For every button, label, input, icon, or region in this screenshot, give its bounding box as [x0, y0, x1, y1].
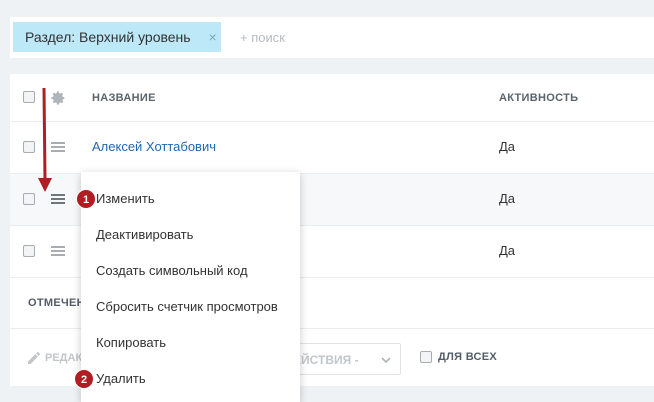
close-icon[interactable]: × — [205, 29, 221, 45]
column-header-active[interactable]: АКТИВНОСТЬ — [499, 92, 578, 104]
row-menu-icon[interactable] — [51, 246, 65, 256]
menu-item-deactivate[interactable]: Деактивировать — [96, 227, 193, 242]
select-all-checkbox[interactable] — [23, 91, 35, 103]
menu-item-reset-views[interactable]: Сбросить счетчик просмотров — [96, 299, 278, 314]
table-row: Алексей Хоттабович Да — [10, 122, 654, 174]
row-checkbox[interactable] — [23, 245, 35, 257]
annotation-badge-2: 2 — [74, 369, 94, 389]
section-filter-label: Раздел: Верхний уровень — [25, 29, 191, 45]
chevron-down-icon — [381, 357, 391, 364]
for-all-label: ДЛЯ ВСЕХ — [438, 351, 498, 363]
menu-item-delete[interactable]: Удалить — [96, 371, 146, 386]
row-active-value: Да — [499, 139, 516, 154]
filter-bar: Раздел: Верхний уровень × + поиск — [10, 17, 654, 58]
row-checkbox[interactable] — [23, 141, 35, 153]
row-menu-icon[interactable] — [51, 142, 65, 152]
gear-icon[interactable] — [50, 90, 66, 106]
edit-button-label: РЕДАК — [45, 352, 83, 364]
section-filter-chip[interactable]: Раздел: Верхний уровень × — [13, 22, 221, 52]
row-active-value: Да — [499, 243, 516, 258]
pencil-icon — [28, 351, 41, 364]
menu-item-edit[interactable]: Изменить — [96, 191, 155, 206]
selected-count-label: ОТМЕЧЕН — [28, 297, 85, 309]
for-all-checkbox[interactable] — [420, 351, 432, 363]
row-menu-icon[interactable] — [51, 194, 65, 204]
row-checkbox[interactable] — [23, 193, 35, 205]
edit-button[interactable]: РЕДАК — [27, 351, 82, 365]
grid-header-row: НАЗВАНИЕ АКТИВНОСТЬ — [10, 74, 654, 122]
menu-item-copy[interactable]: Копировать — [96, 335, 166, 350]
group-action-select-label: ЕЙСТВИЯ - — [293, 353, 359, 367]
for-all-option[interactable]: ДЛЯ ВСЕХ — [420, 351, 497, 363]
search-input[interactable]: + поиск — [240, 30, 285, 45]
column-header-name[interactable]: НАЗВАНИЕ — [92, 92, 156, 104]
annotation-badge-1: 1 — [76, 189, 96, 209]
row-name-link[interactable]: Алексей Хоттабович — [92, 139, 216, 154]
row-active-value: Да — [499, 191, 516, 206]
menu-item-create-code[interactable]: Создать символьный код — [96, 263, 248, 278]
row-context-menu: Изменить Деактивировать Создать символьн… — [81, 172, 300, 402]
